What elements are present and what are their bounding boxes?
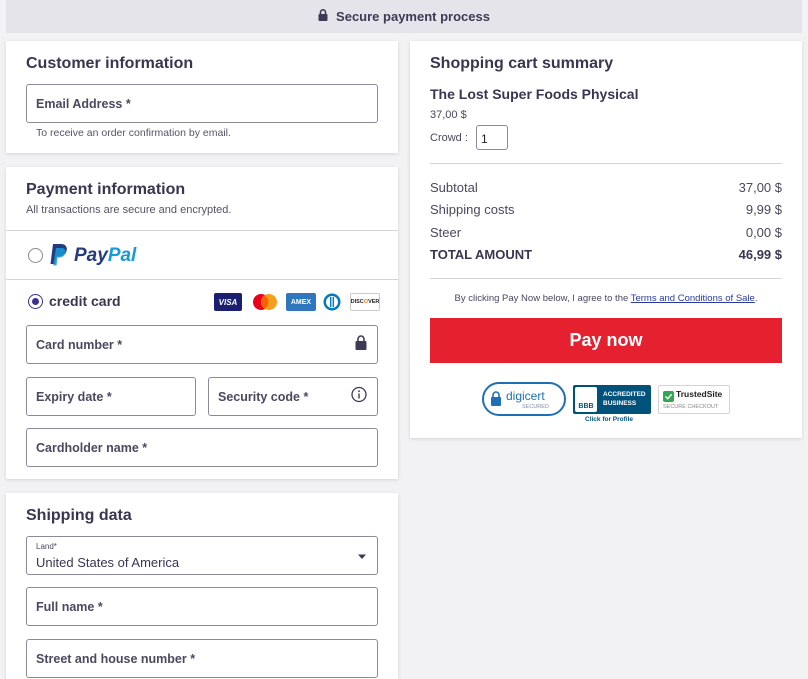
divider (6, 230, 398, 231)
visa-icon: VISA (214, 293, 242, 311)
chevron-down-icon (357, 547, 367, 565)
land-select-value: United States of America (36, 555, 180, 570)
bbb-line2: BUSINESS (603, 400, 637, 407)
terms-prefix: By clicking Pay Now below, I agree to th… (454, 293, 629, 304)
email-field[interactable]: Email Address * (26, 84, 378, 123)
steer-label: Steer (430, 225, 462, 240)
quantity-value: 1 (481, 132, 488, 146)
expiry-date-field[interactable]: Expiry date * (26, 377, 196, 416)
cardholder-name-field[interactable]: Cardholder name * (26, 428, 378, 467)
digicert-lock-icon (490, 391, 502, 412)
security-code-label: Security code * (218, 389, 309, 404)
secure-banner: Secure payment process (6, 0, 802, 33)
email-hint: To receive an order confirmation by emai… (36, 127, 231, 139)
secure-banner-text: Secure payment process (336, 9, 490, 24)
shipping-data-title: Shipping data (26, 507, 132, 524)
product-name: The Lost Super Foods Physical (430, 86, 639, 102)
bbb-caption: Click for Profile (585, 416, 634, 423)
steer-value: 0,00 $ (745, 225, 782, 240)
customer-info-card: Customer information Email Address * To … (6, 41, 398, 153)
customer-info-title: Customer information (26, 55, 194, 72)
quantity-label: Crowd : (430, 132, 468, 144)
credit-card-radio[interactable] (28, 294, 43, 309)
lock-icon (318, 9, 328, 24)
security-code-field[interactable]: Security code * (208, 377, 378, 416)
credit-card-option[interactable]: credit card (26, 291, 226, 313)
trustedsite-text: TrustedSite (676, 389, 723, 399)
trustedsite-sub: SECURE CHECKOUT (663, 404, 719, 410)
email-field-label: Email Address * (36, 96, 131, 111)
divider (430, 278, 782, 279)
land-select[interactable]: Land* United States of America (26, 536, 378, 575)
discover-icon: DISC O VER (350, 293, 380, 311)
cardholder-name-label: Cardholder name * (36, 440, 148, 455)
radio-dot (31, 297, 39, 305)
payment-info-subtitle: All transactions are secure and encrypte… (26, 204, 232, 216)
trustedsite-badge[interactable]: TrustedSite SECURE CHECKOUT (658, 385, 730, 414)
card-number-field[interactable]: Card number * (26, 325, 378, 364)
lock-icon (355, 334, 367, 355)
cart-summary-card: Shopping cart summary The Lost Super Foo… (410, 41, 802, 438)
diners-icon (322, 293, 342, 311)
digicert-sub: SECURED (522, 404, 549, 410)
paypal-label-pal: Pal (107, 245, 137, 266)
payment-info-card: Payment information All transactions are… (6, 167, 398, 479)
shipping-costs-value: 9,99 $ (745, 202, 782, 217)
bbb-mark: BBB (578, 403, 594, 410)
paypal-radio[interactable] (28, 248, 43, 263)
land-select-label: Land* (36, 542, 57, 551)
mastercard-icon (250, 293, 280, 311)
total-label: TOTAL AMOUNT (430, 247, 533, 262)
paypal-label-pay: Pay (74, 245, 108, 266)
full-name-field[interactable]: Full name * (26, 587, 378, 626)
street-label: Street and house number * (36, 651, 196, 666)
credit-card-label: credit card (49, 293, 121, 309)
payment-info-title: Payment information (26, 181, 186, 198)
steer-row: Steer 0,00 $ (430, 225, 782, 240)
cart-summary-title: Shopping cart summary (430, 55, 614, 72)
info-icon[interactable] (351, 386, 367, 407)
total-value: 46,99 $ (738, 247, 782, 262)
expiry-date-label: Expiry date * (36, 389, 112, 404)
bbb-seal: BBB (575, 387, 597, 412)
subtotal-row: Subtotal 37,00 $ (430, 180, 782, 195)
full-name-label: Full name * (36, 599, 103, 614)
bbb-badge[interactable]: BBB ACCREDITED BUSINESS Click for Profil… (573, 385, 651, 427)
digicert-badge[interactable]: digicert SECURED (482, 382, 566, 416)
subtotal-label: Subtotal (430, 180, 478, 195)
digicert-text: digicert (506, 389, 545, 403)
street-field[interactable]: Street and house number * (26, 639, 378, 678)
pay-now-button[interactable]: Pay now (430, 318, 782, 363)
amex-icon: AMEX (286, 293, 316, 311)
quantity-input[interactable]: 1 (476, 125, 508, 150)
total-row: TOTAL AMOUNT 46,99 $ (430, 247, 782, 262)
card-logos: VISA AMEX DISC O VER (214, 293, 380, 313)
paypal-logo-icon (49, 243, 69, 272)
subtotal-value: 37,00 $ (738, 180, 782, 195)
terms-suffix: . (754, 293, 758, 304)
card-number-label: Card number * (36, 337, 123, 352)
shipping-costs-row: Shipping costs 9,99 $ (430, 202, 782, 217)
divider (6, 279, 398, 280)
paypal-label: PayPal (74, 245, 136, 267)
shipping-data-card: Shipping data Land* United States of Ame… (6, 493, 398, 679)
paypal-option[interactable]: PayPal (26, 242, 226, 270)
bbb-line1: ACCREDITED (603, 391, 646, 398)
shipping-costs-label: Shipping costs (430, 202, 515, 217)
terms-link[interactable]: Terms and Conditions of Sale (631, 293, 755, 304)
bbb-box: BBB ACCREDITED BUSINESS (573, 385, 651, 414)
terms-text: By clicking Pay Now below, I agree to th… (430, 293, 782, 304)
divider (430, 163, 782, 164)
product-price: 37,00 $ (430, 109, 467, 121)
